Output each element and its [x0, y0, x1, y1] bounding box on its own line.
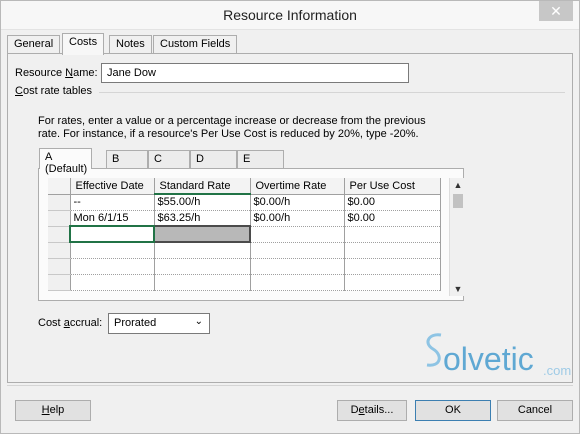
table-row — [48, 258, 441, 275]
table-cell[interactable] — [154, 274, 251, 291]
table-cell[interactable]: $55.00/h — [154, 194, 251, 211]
rate-table-container: Effective Date Standard Rate Overtime Ra… — [38, 168, 466, 301]
vertical-scrollbar[interactable]: ▲ ▼ — [449, 178, 466, 296]
instructions-line-1: For rates, enter a value or a percentage… — [38, 115, 426, 127]
table-cell[interactable]: $0.00 — [344, 194, 441, 211]
cost-rate-tables-separator — [99, 92, 565, 93]
table-cell[interactable] — [70, 274, 155, 291]
tab-notes[interactable]: Notes — [109, 35, 152, 53]
logo-suffix: .com — [543, 363, 571, 378]
chevron-down-icon: ⌄ — [194, 316, 203, 327]
solvetic-logo: olvetic .com — [426, 333, 571, 378]
table-cell[interactable] — [250, 274, 345, 291]
row-header-corner — [48, 178, 71, 195]
table-cell[interactable]: Mon 6/1/15 — [70, 210, 155, 227]
row-header[interactable] — [48, 226, 71, 243]
row-header[interactable] — [48, 274, 71, 291]
table-header-row: Effective Date Standard Rate Overtime Ra… — [48, 178, 441, 195]
resource-name-input[interactable] — [101, 63, 409, 83]
row-header[interactable] — [48, 194, 71, 211]
title-bar: Resource Information ✕ — [1, 1, 579, 30]
row-header[interactable] — [48, 210, 71, 227]
table-cell[interactable] — [154, 258, 251, 275]
tab-rate-a[interactable]: A (Default) — [39, 148, 93, 175]
resource-information-dialog: Resource Information ✕ General Costs Not… — [0, 0, 580, 434]
tab-rate-e[interactable]: E — [237, 150, 284, 168]
table-cell[interactable] — [344, 258, 441, 275]
column-header[interactable]: Standard Rate — [154, 178, 251, 195]
ok-button[interactable]: OK — [415, 400, 491, 421]
tab-rate-c[interactable]: C — [148, 150, 190, 168]
tab-rate-b[interactable]: B — [106, 150, 148, 168]
scroll-down-icon[interactable]: ▼ — [450, 284, 466, 294]
scroll-up-icon[interactable]: ▲ — [450, 180, 466, 190]
dialog-title: Resource Information — [223, 7, 357, 23]
table-cell[interactable]: -- — [70, 194, 155, 211]
table-cell[interactable] — [250, 258, 345, 275]
instructions-line-2: rate. For instance, if a resource's Per … — [38, 128, 419, 140]
table-cell[interactable]: $0.00 — [344, 210, 441, 227]
logo-text: olvetic — [443, 341, 534, 377]
column-header[interactable]: Per Use Cost — [344, 178, 441, 195]
table-cell[interactable] — [344, 242, 441, 259]
resource-name-label: Resource Name: — [15, 67, 98, 79]
cancel-button[interactable]: Cancel — [497, 400, 573, 421]
table-row: Mon 6/1/15 $63.25/h $0.00/h $0.00 — [48, 210, 441, 227]
cost-accrual-value: Prorated — [114, 317, 157, 329]
table-cell[interactable] — [250, 226, 345, 243]
details-button[interactable]: Details... — [337, 400, 407, 421]
help-button[interactable]: Help — [15, 400, 91, 421]
table-row — [48, 225, 441, 243]
table-row: -- $55.00/h $0.00/h $0.00 — [48, 194, 441, 211]
close-button[interactable]: ✕ — [539, 1, 573, 21]
row-header[interactable] — [48, 258, 71, 275]
table-cell-selected[interactable] — [69, 225, 155, 243]
table-cell[interactable] — [250, 242, 345, 259]
table-cell-highlighted[interactable] — [153, 225, 251, 243]
tab-rate-d[interactable]: D — [190, 150, 237, 168]
tab-costs[interactable]: Costs — [62, 33, 105, 55]
column-header[interactable]: Overtime Rate — [250, 178, 345, 195]
table-cell[interactable] — [70, 242, 155, 259]
tab-general[interactable]: General — [7, 35, 61, 53]
rate-table: Effective Date Standard Rate Overtime Ra… — [48, 178, 441, 291]
cost-accrual-label: Cost accrual: — [38, 317, 103, 329]
table-cell[interactable]: $63.25/h — [154, 210, 251, 227]
cost-rate-tables-heading: Cost rate tables — [15, 85, 93, 97]
table-cell[interactable]: $0.00/h — [250, 194, 345, 211]
scrollbar-thumb[interactable] — [453, 194, 463, 208]
tab-custom-fields[interactable]: Custom Fields — [153, 35, 238, 53]
footer-separator — [7, 385, 573, 386]
table-cell[interactable]: $0.00/h — [250, 210, 345, 227]
cost-accrual-select[interactable]: Prorated ⌄ — [108, 313, 210, 334]
table-row — [48, 242, 441, 259]
table-row — [48, 274, 441, 291]
column-header[interactable]: Effective Date — [70, 178, 155, 195]
close-icon: ✕ — [550, 3, 562, 19]
table-cell[interactable] — [154, 242, 251, 259]
table-cell[interactable] — [344, 274, 441, 291]
table-cell[interactable] — [344, 226, 441, 243]
row-header[interactable] — [48, 242, 71, 259]
table-cell[interactable] — [70, 258, 155, 275]
